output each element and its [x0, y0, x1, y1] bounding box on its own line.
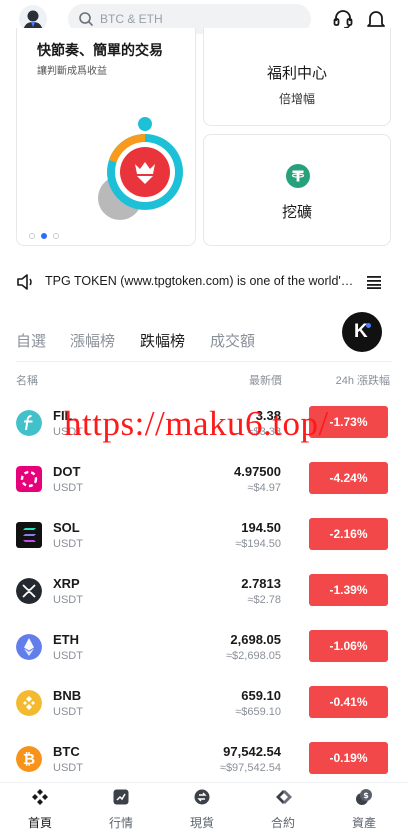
column-price[interactable]: 最新價 — [249, 372, 282, 388]
change-badge[interactable]: -1.73% — [309, 406, 388, 438]
coin-fiat-price: ≈$3.38 — [247, 426, 281, 438]
market-row[interactable]: ETH USDT 2,698.05 ≈$2,698.05 -1.06% — [16, 630, 390, 678]
nav-spot[interactable]: 現貨 — [162, 783, 242, 834]
search-icon — [79, 12, 93, 26]
promo-banner-card[interactable]: 快節奏、簡單的交易 讓判斷成爲收益 — [16, 28, 196, 246]
announcement-text: TPG TOKEN (www.tpgtoken.com) is one of t… — [45, 274, 359, 288]
bottom-navigation: 首頁 行情 現貨 合約 $ 資產 — [0, 782, 408, 834]
coin-quote: USDT — [53, 426, 83, 438]
svg-text:₿: ₿ — [23, 750, 35, 768]
coin-quote: USDT — [53, 594, 83, 606]
column-change[interactable]: 24h 漲跌幅 — [336, 372, 390, 388]
nav-label: 現貨 — [189, 816, 214, 830]
market-column-header: 名稱 最新價 24h 漲跌幅 — [16, 372, 390, 388]
tab-losers[interactable]: 跌幅榜 — [140, 330, 185, 351]
contract-icon — [276, 790, 292, 804]
announcement-bar[interactable]: TPG TOKEN (www.tpgtoken.com) is one of t… — [16, 270, 392, 294]
carousel-dot[interactable] — [29, 233, 35, 239]
menu-list-icon[interactable] — [366, 275, 382, 289]
assets-icon: $ — [356, 789, 372, 805]
coin-price: 3.38 — [255, 408, 281, 423]
nav-label: 行情 — [108, 816, 133, 830]
bitcoin-icon: ₿ — [16, 746, 42, 772]
coin-fiat-price: ≈$97,542.54 — [219, 762, 281, 774]
coin-price: 2,698.05 — [230, 632, 281, 647]
change-badge[interactable]: -1.06% — [309, 630, 388, 662]
ethereum-icon — [16, 634, 42, 660]
nav-label: 合約 — [270, 816, 295, 830]
coin-quote: USDT — [53, 482, 83, 494]
solana-icon — [16, 522, 42, 548]
coin-symbol: BNB — [53, 688, 82, 703]
coin-price: 194.50 — [241, 520, 281, 535]
coin-fiat-price: ≈$2,698.05 — [226, 650, 281, 662]
market-row[interactable]: SOL USDT 194.50 ≈$194.50 -2.16% — [16, 518, 390, 566]
svg-text:$: $ — [363, 791, 369, 800]
welfare-center-card[interactable]: 福利中心 倍增幅 — [203, 28, 391, 126]
coin-fiat-price: ≈$4.97 — [247, 482, 281, 494]
carousel-dot[interactable] — [53, 233, 59, 239]
coin-price: 659.10 — [241, 688, 281, 703]
nav-label: 首頁 — [27, 816, 52, 830]
change-badge[interactable]: -1.39% — [309, 574, 388, 606]
market-row[interactable]: XRP USDT 2.7813 ≈$2.78 -1.39% — [16, 574, 390, 622]
nav-contract[interactable]: 合約 — [243, 783, 323, 834]
market-tabs: 自選 漲幅榜 跌幅榜 成交額 — [16, 326, 392, 362]
k-floating-button[interactable]: K — [342, 312, 382, 352]
mining-title: 挖礦 — [281, 204, 312, 221]
column-name[interactable]: 名稱 — [16, 372, 38, 388]
coin-symbol: BTC — [53, 744, 80, 759]
coin-symbol: DOT — [53, 464, 81, 479]
carousel-dots[interactable] — [29, 226, 65, 244]
change-badge[interactable]: -0.41% — [309, 686, 388, 718]
polkadot-icon — [16, 466, 42, 492]
mining-card[interactable]: 挖礦 — [203, 134, 391, 246]
market-icon — [113, 789, 129, 805]
home-icon — [32, 789, 48, 805]
promo-title: 快節奏、簡單的交易 — [37, 42, 163, 58]
nav-home[interactable]: 首頁 — [0, 783, 80, 834]
coin-symbol: FIL — [53, 408, 73, 423]
carousel-dot-active[interactable] — [41, 233, 47, 239]
coin-quote: USDT — [53, 538, 83, 550]
coin-symbol: SOL — [53, 520, 80, 535]
coin-fiat-price: ≈$2.78 — [247, 594, 281, 606]
spot-icon — [194, 789, 210, 805]
nav-assets[interactable]: $ 資產 — [324, 783, 404, 834]
coin-symbol: ETH — [53, 632, 79, 647]
tab-favorites[interactable]: 自選 — [16, 330, 46, 351]
promo-subtitle: 讓判斷成爲收益 — [37, 66, 107, 77]
tab-volume[interactable]: 成交額 — [210, 330, 255, 351]
tab-gainers[interactable]: 漲幅榜 — [70, 330, 115, 351]
change-badge[interactable]: -2.16% — [309, 518, 388, 550]
bnb-icon — [16, 690, 42, 716]
coin-price: 4.97500 — [234, 464, 281, 479]
coin-symbol: XRP — [53, 576, 80, 591]
coin-fiat-price: ≈$659.10 — [235, 706, 281, 718]
filecoin-icon — [16, 410, 42, 436]
coin-quote: USDT — [53, 762, 83, 774]
coin-price: 97,542.54 — [223, 744, 281, 759]
search-placeholder: BTC & ETH — [100, 12, 163, 26]
tether-icon — [286, 164, 310, 188]
promo-illustration — [98, 117, 183, 220]
market-row[interactable]: FIL USDT 3.38 ≈$3.38 -1.73% — [16, 406, 390, 454]
xrp-icon — [16, 578, 42, 604]
welfare-subtitle: 倍增幅 — [278, 92, 315, 106]
coin-quote: USDT — [53, 706, 83, 718]
change-badge[interactable]: -0.19% — [309, 742, 388, 774]
nav-label: 資產 — [351, 816, 376, 830]
k-logo-dot — [366, 323, 371, 328]
market-row[interactable]: DOT USDT 4.97500 ≈$4.97 -4.24% — [16, 462, 390, 510]
coin-price: 2.7813 — [241, 576, 281, 591]
market-row[interactable]: BNB USDT 659.10 ≈$659.10 -0.41% — [16, 686, 390, 734]
coin-fiat-price: ≈$194.50 — [235, 538, 281, 550]
change-badge[interactable]: -4.24% — [309, 462, 388, 494]
welfare-title: 福利中心 — [266, 65, 327, 82]
speaker-icon — [17, 274, 32, 290]
nav-market[interactable]: 行情 — [81, 783, 161, 834]
coin-quote: USDT — [53, 650, 83, 662]
